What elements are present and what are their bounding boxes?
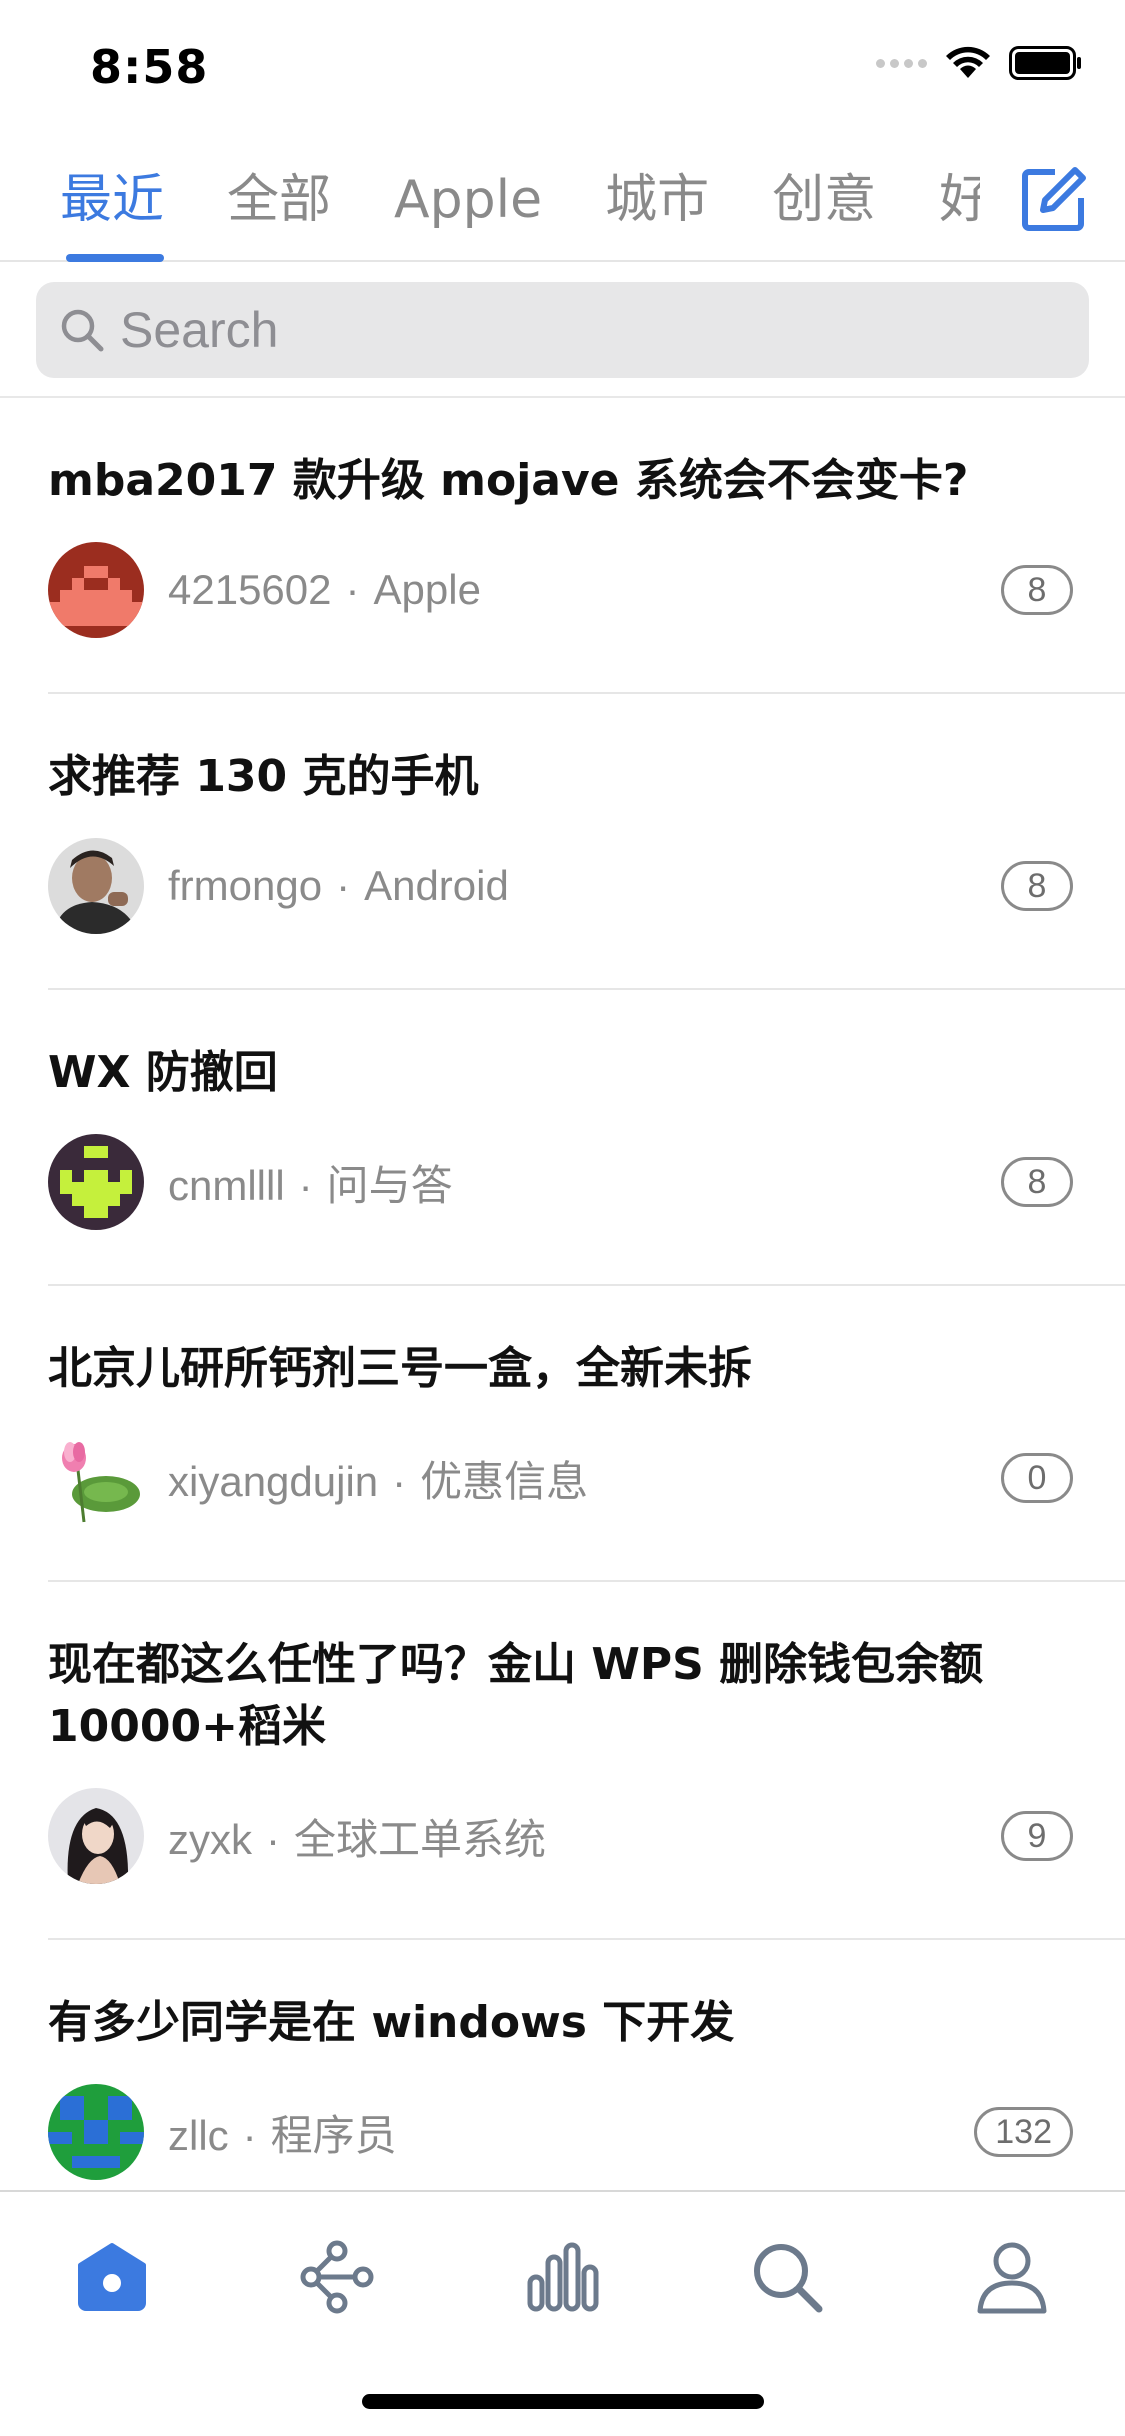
author-name[interactable]: xiyangdujin xyxy=(168,1458,378,1505)
search-icon xyxy=(754,2244,823,2313)
node-name[interactable]: 问与答 xyxy=(327,1162,453,1209)
tab-apple[interactable]: Apple xyxy=(394,150,542,262)
reply-count-badge: 8 xyxy=(1001,1157,1073,1207)
reply-count-badge: 9 xyxy=(1001,1811,1073,1861)
topic-item[interactable]: WX 防撤回 cnmllll · 问与答 8 xyxy=(0,990,1125,1286)
topic-meta-text: xiyangdujin · 优惠信息 xyxy=(168,1457,589,1505)
tab-fun[interactable]: 好玩 xyxy=(939,150,980,262)
profile-icon xyxy=(977,2242,1047,2314)
author-name[interactable]: zyxk xyxy=(168,1816,252,1863)
battery-icon xyxy=(1009,46,1081,80)
search-area xyxy=(0,262,1125,398)
topic-meta-text: frmongo · Android xyxy=(168,862,509,909)
topic-list[interactable]: mba2017 款升级 mojave 系统会不会变卡? 4215602 · Appl… xyxy=(0,398,1125,2190)
avatar[interactable] xyxy=(48,1788,144,1884)
avatar[interactable] xyxy=(48,2084,144,2180)
app-screen: 8:58 最近 全部 Apple 城市 创意 好玩 xyxy=(0,0,1125,2436)
topic-meta-text: cnmllll · 问与答 xyxy=(168,1161,453,1209)
author-name[interactable]: 4215602 xyxy=(168,566,332,613)
topic-meta: cnmllll · 问与答 8 xyxy=(48,1132,1125,1232)
avatar[interactable] xyxy=(48,1430,144,1526)
tabbar-profile[interactable] xyxy=(957,2222,1067,2332)
topic-title[interactable]: mba2017 款升级 mojave 系统会不会变卡? xyxy=(48,398,1125,512)
topic-title[interactable]: WX 防撤回 xyxy=(48,990,1125,1104)
reply-count-badge: 8 xyxy=(1001,861,1073,911)
topic-meta: xiyangdujin · 优惠信息 0 xyxy=(48,1428,1125,1528)
node-name[interactable]: 优惠信息 xyxy=(420,1458,588,1505)
topic-title[interactable]: 有多少同学是在 windows 下开发 xyxy=(48,1940,1125,2054)
cellular-signal-icon xyxy=(876,58,927,68)
tab-recent[interactable]: 最近 xyxy=(60,150,165,262)
home-icon xyxy=(78,2243,146,2311)
tabbar-hot[interactable] xyxy=(507,2222,617,2332)
topic-title[interactable]: 现在都这么任性了吗？金山 WPS 删除钱包余额 10000+稻米 xyxy=(48,1582,1125,1758)
search-icon xyxy=(61,309,104,352)
reply-count-badge: 8 xyxy=(1001,565,1073,615)
compose-icon xyxy=(1022,167,1086,231)
compose-button[interactable] xyxy=(1013,160,1093,240)
author-name[interactable]: cnmllll xyxy=(168,1162,285,1209)
status-icons xyxy=(876,46,1083,80)
home-indicator[interactable] xyxy=(362,2394,764,2409)
node-name[interactable]: Android xyxy=(364,862,509,909)
tab-creative[interactable]: 创意 xyxy=(772,150,876,262)
author-name[interactable]: frmongo xyxy=(168,862,322,909)
bar-chart-icon xyxy=(527,2242,599,2312)
topic-meta: 4215602 · Apple 8 xyxy=(48,540,1125,640)
status-time: 8:58 xyxy=(90,40,209,94)
avatar[interactable] xyxy=(48,838,144,934)
topic-item[interactable]: 北京儿研所钙剂三号一盒，全新未拆 xiyangdujin · 优惠信息 0 xyxy=(0,1286,1125,1582)
node-name[interactable]: Apple xyxy=(374,566,481,613)
author-name[interactable]: zllc xyxy=(168,2112,229,2159)
topic-meta: zyxk · 全球工单系统 9 xyxy=(48,1786,1125,1886)
status-bar: 8:58 xyxy=(0,0,1125,132)
node-name[interactable]: 全球工单系统 xyxy=(294,1816,546,1863)
topic-meta-text: zyxk · 全球工单系统 xyxy=(168,1815,547,1863)
topic-meta-text: 4215602 · Apple xyxy=(168,566,481,613)
avatar[interactable] xyxy=(48,1134,144,1230)
topic-item[interactable]: 求推荐 130 克的手机 frmongo · Android 8 xyxy=(0,694,1125,990)
topic-meta-text: zllc · 程序员 xyxy=(168,2111,397,2159)
topic-title[interactable]: 北京儿研所钙剂三号一盒，全新未拆 xyxy=(48,1286,1125,1400)
wifi-icon xyxy=(946,46,990,78)
category-tabs-scroll[interactable]: 最近 全部 Apple 城市 创意 好玩 xyxy=(60,150,980,262)
reply-count-badge: 0 xyxy=(1001,1453,1073,1503)
tabbar-home[interactable] xyxy=(57,2222,167,2332)
topic-meta: frmongo · Android 8 xyxy=(48,836,1125,936)
topic-title[interactable]: 求推荐 130 克的手机 xyxy=(48,694,1125,808)
topic-item[interactable]: 现在都这么任性了吗？金山 WPS 删除钱包余额 10000+稻米 zyxk · 全球… xyxy=(0,1582,1125,1940)
category-tabs: 最近 全部 Apple 城市 创意 好玩 xyxy=(0,150,1125,262)
tab-all[interactable]: 全部 xyxy=(227,150,331,262)
search-input[interactable] xyxy=(120,301,1020,359)
node-name[interactable]: 程序员 xyxy=(271,2112,397,2159)
avatar[interactable] xyxy=(48,542,144,638)
topic-meta: zllc · 程序员 132 xyxy=(48,2082,1125,2182)
share-nodes-icon xyxy=(300,2240,374,2314)
tabbar-nodes[interactable] xyxy=(282,2222,392,2332)
tab-city[interactable]: 城市 xyxy=(605,150,709,262)
search-bar[interactable] xyxy=(36,282,1089,378)
topic-item[interactable]: 有多少同学是在 windows 下开发 zllc · 程序员 132 xyxy=(0,1940,1125,2190)
reply-count-badge: 132 xyxy=(974,2107,1073,2157)
topic-item[interactable]: mba2017 款升级 mojave 系统会不会变卡? 4215602 · Appl… xyxy=(0,398,1125,694)
tabbar-search[interactable] xyxy=(732,2222,842,2332)
